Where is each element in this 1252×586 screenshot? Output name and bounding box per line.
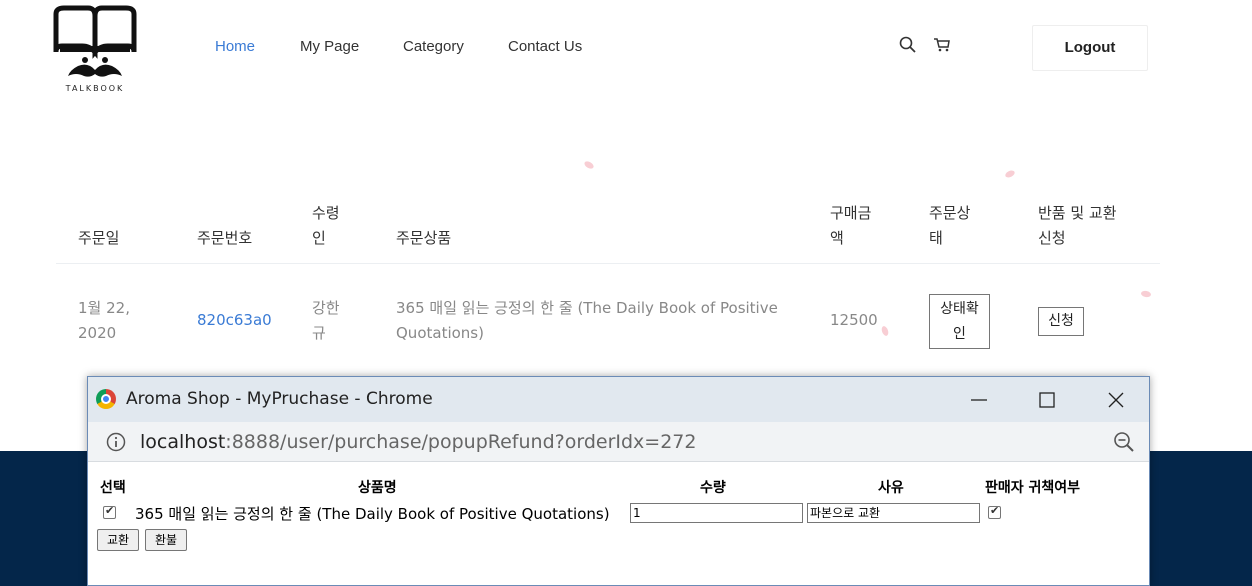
col-select: 선택 — [100, 480, 126, 496]
col-amount: 구매금 액 — [830, 204, 872, 247]
window-titlebar[interactable]: Aroma Shop - MyPruchase - Chrome — [88, 377, 1149, 422]
nav-category[interactable]: Category — [403, 38, 464, 55]
order-amount: 12500 — [830, 311, 878, 329]
quantity-input[interactable]: 1 — [630, 503, 803, 523]
book-logo-icon — [53, 5, 137, 77]
col-order-date: 주문일 — [78, 229, 120, 247]
col-seller-fault: 판매자 귀책여부 — [985, 480, 1081, 496]
recipient-name: 강한 규 — [312, 299, 340, 342]
refund-popup-window: Aroma Shop - MyPruchase - Chrome localho… — [87, 376, 1150, 586]
exchange-button[interactable]: 교환 — [97, 529, 139, 551]
minimize-icon[interactable] — [966, 387, 992, 413]
order-date: 1월 22, 2020 — [78, 299, 130, 342]
select-checkbox[interactable] — [103, 504, 116, 519]
col-product: 주문상품 — [396, 229, 452, 247]
window-title: Aroma Shop - MyPruchase - Chrome — [126, 389, 433, 409]
order-number-link[interactable]: 820c63a0 — [197, 308, 272, 333]
petal-decoration — [880, 325, 890, 337]
table-divider — [56, 263, 1160, 264]
search-icon[interactable] — [899, 36, 917, 54]
close-icon[interactable] — [1103, 387, 1129, 413]
cart-icon[interactable] — [933, 36, 951, 54]
nav-my-page[interactable]: My Page — [300, 38, 359, 55]
address-bar[interactable]: localhost:8888/user/purchase/popupRefund… — [88, 422, 1149, 462]
col-product-name: 상품명 — [358, 480, 397, 496]
zoom-out-icon[interactable] — [1112, 430, 1136, 454]
col-recipient: 수령 인 — [312, 204, 340, 247]
col-refund-exchange: 반품 및 교환 신청 — [1038, 204, 1117, 247]
maximize-icon[interactable] — [1034, 387, 1060, 413]
col-status: 주문상 태 — [929, 204, 971, 247]
petal-decoration — [1140, 290, 1152, 298]
seller-fault-checkbox[interactable] — [988, 504, 1001, 519]
col-quantity: 수량 — [700, 480, 726, 496]
url-text[interactable]: localhost:8888/user/purchase/popupRefund… — [140, 431, 696, 453]
nav-home[interactable]: Home — [215, 38, 255, 55]
col-reason: 사유 — [878, 480, 904, 496]
product-name: 365 매일 읽는 긍정의 한 줄 (The Daily Book of Pos… — [396, 299, 778, 342]
logo-text: TALKBOOK — [65, 84, 125, 93]
petal-decoration — [1004, 169, 1016, 179]
refund-apply-button[interactable]: 신청 — [1038, 307, 1084, 336]
info-icon[interactable] — [106, 432, 126, 452]
talkbook-logo[interactable]: TALKBOOK — [52, 4, 138, 94]
reason-input[interactable]: 파본으로 교환 — [807, 503, 980, 523]
status-check-button[interactable]: 상태확 인 — [929, 294, 990, 349]
popup-product-name: 365 매일 읽는 긍정의 한 줄 (The Daily Book of Pos… — [135, 505, 610, 523]
col-order-number: 주문번호 — [197, 229, 253, 247]
nav-contact-us[interactable]: Contact Us — [508, 38, 582, 55]
refund-button[interactable]: 환불 — [145, 529, 187, 551]
petal-decoration — [583, 159, 595, 171]
chrome-icon — [96, 389, 116, 409]
logout-button[interactable]: Logout — [1032, 25, 1148, 71]
